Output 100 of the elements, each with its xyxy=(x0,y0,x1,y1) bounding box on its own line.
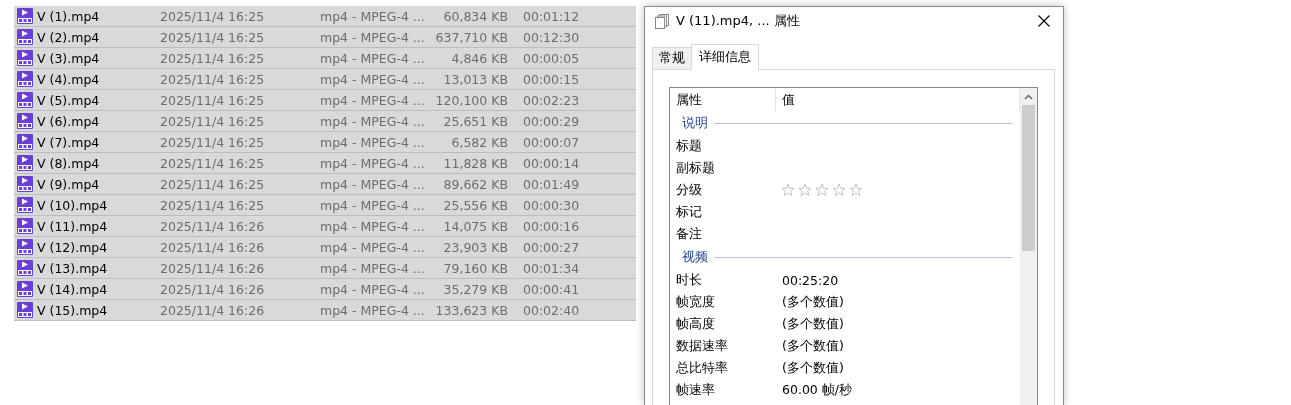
file-size: 35,279 KB xyxy=(443,281,508,297)
file-size: 11,828 KB xyxy=(443,155,508,171)
empty-star-icon[interactable] xyxy=(781,183,795,197)
file-row[interactable]: V (4).mp4 2025/11/4 16:25 mp4 - MPEG-4 ... 13,013 KB 00:00:15 xyxy=(14,69,636,90)
file-size: 14,075 KB xyxy=(443,218,508,234)
file-size: 4,846 KB xyxy=(451,50,508,66)
file-row[interactable]: V (7).mp4 2025/11/4 16:25 mp4 - MPEG-4 ... 6,582 KB 00:00:07 xyxy=(14,132,636,153)
file-row[interactable]: V (8).mp4 2025/11/4 16:25 mp4 - MPEG-4 ... 11,828 KB 00:00:14 xyxy=(14,153,636,174)
file-row[interactable]: V (14).mp4 2025/11/4 16:26 mp4 - MPEG-4 ... 35,279 KB 00:00:41 xyxy=(14,279,636,300)
modified-date: 2025/11/4 16:25 xyxy=(160,113,265,129)
file-type: mp4 - MPEG-4 ... xyxy=(320,302,425,318)
video-length: 00:00:41 xyxy=(523,281,580,297)
video-length: 00:00:05 xyxy=(523,50,580,66)
modified-date: 2025/11/4 16:26 xyxy=(160,281,265,297)
close-icon xyxy=(1038,15,1050,27)
window-title: V (11).mp4, ... 属性 xyxy=(676,12,801,30)
file-row[interactable]: V (3).mp4 2025/11/4 16:25 mp4 - MPEG-4 ... 4,846 KB 00:00:05 xyxy=(14,48,636,69)
video-file-icon xyxy=(17,134,33,150)
modified-date: 2025/11/4 16:25 xyxy=(160,29,265,45)
empty-star-icon[interactable] xyxy=(849,183,863,197)
scroll-thumb[interactable] xyxy=(1022,105,1035,251)
tab[interactable]: 详细信息 xyxy=(691,44,759,70)
property-value: (多个数值) xyxy=(781,315,845,333)
property-name: 帧宽度 xyxy=(675,293,716,311)
file-name: V (4).mp4 xyxy=(37,71,100,87)
property-value: (多个数值) xyxy=(781,359,845,377)
file-size: 637,710 KB xyxy=(435,29,508,45)
video-length: 00:00:07 xyxy=(523,134,580,150)
file-row[interactable]: V (9).mp4 2025/11/4 16:25 mp4 - MPEG-4 ... 89,662 KB 00:01:49 xyxy=(14,174,636,195)
file-type: mp4 - MPEG-4 ... xyxy=(320,260,425,276)
property-name: 时长 xyxy=(675,271,703,289)
video-length: 00:02:40 xyxy=(523,302,580,318)
file-name: V (5).mp4 xyxy=(37,92,100,108)
file-row[interactable]: V (15).mp4 2025/11/4 16:26 mp4 - MPEG-4 ... 133,623 KB 00:02:40 xyxy=(14,300,636,321)
file-row[interactable]: V (13).mp4 2025/11/4 16:26 mp4 - MPEG-4 ... 79,160 KB 00:01:34 xyxy=(14,258,636,279)
file-row[interactable]: V (11).mp4 2025/11/4 16:26 mp4 - MPEG-4 ... 14,075 KB 00:00:16 xyxy=(14,216,636,237)
modified-date: 2025/11/4 16:25 xyxy=(160,155,265,171)
file-size: 133,623 KB xyxy=(435,302,508,318)
empty-star-icon[interactable] xyxy=(815,183,829,197)
file-name: V (8).mp4 xyxy=(37,155,100,171)
documents-icon xyxy=(655,13,669,29)
video-length: 00:01:34 xyxy=(523,260,580,276)
file-type: mp4 - MPEG-4 ... xyxy=(320,281,425,297)
modified-date: 2025/11/4 16:25 xyxy=(160,134,265,150)
video-length: 00:00:15 xyxy=(523,71,580,87)
video-file-icon xyxy=(17,197,33,213)
property-name: 帧速率 xyxy=(675,381,716,399)
video-file-icon xyxy=(17,281,33,297)
scroll-up-icon[interactable] xyxy=(1024,93,1033,100)
tab[interactable]: 常规 xyxy=(652,47,692,69)
file-name: V (7).mp4 xyxy=(37,134,100,150)
video-file-icon xyxy=(17,113,33,129)
section-heading[interactable]: 说明 xyxy=(682,114,708,132)
modified-date: 2025/11/4 16:25 xyxy=(160,92,265,108)
property-name: 总比特率 xyxy=(675,359,729,377)
empty-star-icon[interactable] xyxy=(798,183,812,197)
file-name: V (6).mp4 xyxy=(37,113,100,129)
property-value: 00:25:20 xyxy=(781,272,840,288)
file-type: mp4 - MPEG-4 ... xyxy=(320,50,425,66)
file-name: V (14).mp4 xyxy=(37,281,108,297)
file-row[interactable]: V (5).mp4 2025/11/4 16:25 mp4 - MPEG-4 ... 120,100 KB 00:02:23 xyxy=(14,90,636,111)
scrollbar[interactable] xyxy=(1020,88,1037,405)
video-length: 00:12:30 xyxy=(523,29,580,45)
modified-date: 2025/11/4 16:26 xyxy=(160,302,265,318)
file-type: mp4 - MPEG-4 ... xyxy=(320,155,425,171)
property-name: 标题 xyxy=(675,137,703,155)
file-name: V (1).mp4 xyxy=(37,8,100,24)
video-length: 00:01:12 xyxy=(523,8,580,24)
section-heading[interactable]: 视频 xyxy=(682,248,708,266)
property-name: 分级 xyxy=(675,181,703,199)
file-row[interactable]: V (1).mp4 2025/11/4 16:25 mp4 - MPEG-4 ... 60,834 KB 00:01:12 xyxy=(14,6,636,27)
file-row[interactable]: V (6).mp4 2025/11/4 16:25 mp4 - MPEG-4 ... 25,651 KB 00:00:29 xyxy=(14,111,636,132)
file-name: V (2).mp4 xyxy=(37,29,100,45)
file-size: 60,834 KB xyxy=(443,8,508,24)
file-row[interactable]: V (12).mp4 2025/11/4 16:26 mp4 - MPEG-4 ... 23,903 KB 00:00:27 xyxy=(14,237,636,258)
file-size: 13,013 KB xyxy=(443,71,508,87)
file-name: V (13).mp4 xyxy=(37,260,108,276)
property-name: 数据速率 xyxy=(675,337,729,355)
column-header[interactable]: 属性 xyxy=(670,89,776,111)
file-size: 25,556 KB xyxy=(443,197,508,213)
property-name: 帧高度 xyxy=(675,315,716,333)
file-type: mp4 - MPEG-4 ... xyxy=(320,29,425,45)
property-name: 标记 xyxy=(675,203,703,221)
modified-date: 2025/11/4 16:25 xyxy=(160,50,265,66)
modified-date: 2025/11/4 16:26 xyxy=(160,218,265,234)
video-file-icon xyxy=(17,71,33,87)
modified-date: 2025/11/4 16:25 xyxy=(160,176,265,192)
property-value: (多个数值) xyxy=(781,337,845,355)
video-file-icon xyxy=(17,8,33,24)
file-size: 120,100 KB xyxy=(435,92,508,108)
video-length: 00:00:16 xyxy=(523,218,580,234)
empty-star-icon[interactable] xyxy=(832,183,846,197)
file-row[interactable]: V (2).mp4 2025/11/4 16:25 mp4 - MPEG-4 ... 637,710 KB 00:12:30 xyxy=(14,27,636,48)
property-value: (多个数值) xyxy=(781,293,845,311)
video-file-icon xyxy=(17,218,33,234)
file-type: mp4 - MPEG-4 ... xyxy=(320,8,425,24)
file-row[interactable]: V (10).mp4 2025/11/4 16:25 mp4 - MPEG-4 ... 25,556 KB 00:00:30 xyxy=(14,195,636,216)
modified-date: 2025/11/4 16:26 xyxy=(160,260,265,276)
file-type: mp4 - MPEG-4 ... xyxy=(320,113,425,129)
modified-date: 2025/11/4 16:25 xyxy=(160,71,265,87)
